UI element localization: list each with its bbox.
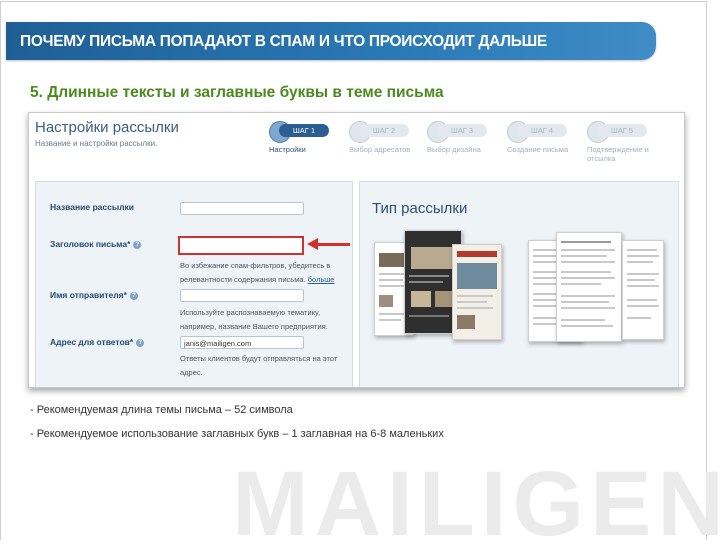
- slide-border-top: [0, 1, 706, 2]
- settings-subtitle: Название и настройки рассылки.: [35, 139, 158, 148]
- reply-label: Адрес для ответов*?: [50, 337, 145, 347]
- campaign-name-label-text: Название рассылки: [50, 202, 134, 212]
- campaign-type-title: Тип рассылки: [372, 200, 468, 217]
- sender-name-input[interactable]: [180, 289, 304, 302]
- template-thumbnail[interactable]: [452, 244, 502, 340]
- settings-title: Настройки рассылки: [35, 119, 179, 136]
- step-pill: ШАГ 5: [597, 124, 647, 137]
- bullet-subject-length: - Рекомендуемая длина темы письма – 52 с…: [30, 404, 293, 416]
- step-label: Создание письма: [507, 145, 569, 154]
- red-arrow-icon: [307, 238, 318, 250]
- step-2[interactable]: ШАГ 2 Выбор адресатов: [349, 121, 427, 171]
- campaign-name-input[interactable]: [180, 202, 304, 215]
- template-thumbnail[interactable]: [556, 232, 622, 342]
- step-pill: ШАГ 2: [359, 124, 409, 137]
- reply-hint: Ответы клиентов будут отправляться на эт…: [180, 354, 338, 377]
- step-label: Подтверждение и отсылка: [587, 145, 649, 163]
- reply-label-text: Адрес для ответов*: [50, 337, 134, 347]
- red-arrow-shaft: [316, 243, 350, 246]
- reply-address-input[interactable]: janis@mailigen.com: [180, 336, 304, 349]
- subject-hint: Во избежание спам-фильтров, убедитесь в …: [180, 259, 340, 287]
- step-pill: ШАГ 4: [517, 124, 567, 137]
- sender-hint: Используйте распознаваемую тематику, нап…: [180, 308, 328, 331]
- header-bar: ПОЧЕМУ ПИСЬМА ПОПАДАЮТ В СПАМ И ЧТО ПРОИ…: [6, 22, 656, 60]
- subject-label-text: Заголовок письма*: [50, 239, 131, 249]
- wizard-steps: ШАГ 1 Настройки ШАГ 2 Выбор адресатов ША…: [269, 121, 679, 171]
- sender-label-text: Имя отправителя*: [50, 290, 127, 300]
- step-pill: ШАГ 1: [279, 124, 329, 137]
- mailigen-watermark: MAILIGEN: [232, 453, 720, 555]
- sender-label: Имя отправителя*?: [50, 290, 138, 300]
- bullet-capital-letters: - Рекомендуемое использование заглавных …: [30, 428, 444, 440]
- campaign-type-panel: Тип рассылки: [359, 181, 679, 387]
- step-5[interactable]: ШАГ 5 Подтверждение и отсылка: [587, 121, 665, 171]
- step-4[interactable]: ШАГ 4 Создание письма: [507, 121, 585, 171]
- subject-label: Заголовок письма*?: [50, 239, 142, 249]
- help-icon[interactable]: ?: [129, 292, 138, 300]
- campaign-name-label: Название рассылки: [50, 202, 134, 212]
- step-label: Выбор адресатов: [349, 145, 411, 154]
- slide-border-left: [0, 1, 1, 540]
- step-1[interactable]: ШАГ 1 Настройки: [269, 121, 347, 171]
- slide-subtitle: 5. Длинные тексты и заглавные буквы в те…: [30, 84, 444, 101]
- more-link[interactable]: больше: [308, 275, 335, 284]
- settings-screenshot: Настройки рассылки Название и настройки …: [28, 112, 685, 388]
- subject-input[interactable]: [178, 236, 304, 255]
- step-3[interactable]: ШАГ 3 Выбор дизайна: [427, 121, 505, 171]
- help-icon[interactable]: ?: [133, 241, 142, 249]
- step-label: Выбор дизайна: [427, 145, 481, 154]
- settings-form: Название рассылки Заголовок письма*? Во …: [35, 181, 353, 387]
- help-icon[interactable]: ?: [136, 339, 145, 347]
- template-thumbnail[interactable]: [622, 240, 664, 340]
- slide-title: ПОЧЕМУ ПИСЬМА ПОПАДАЮТ В СПАМ И ЧТО ПРОИ…: [20, 33, 547, 50]
- step-pill: ШАГ 3: [437, 124, 487, 137]
- step-label: Настройки: [269, 145, 306, 154]
